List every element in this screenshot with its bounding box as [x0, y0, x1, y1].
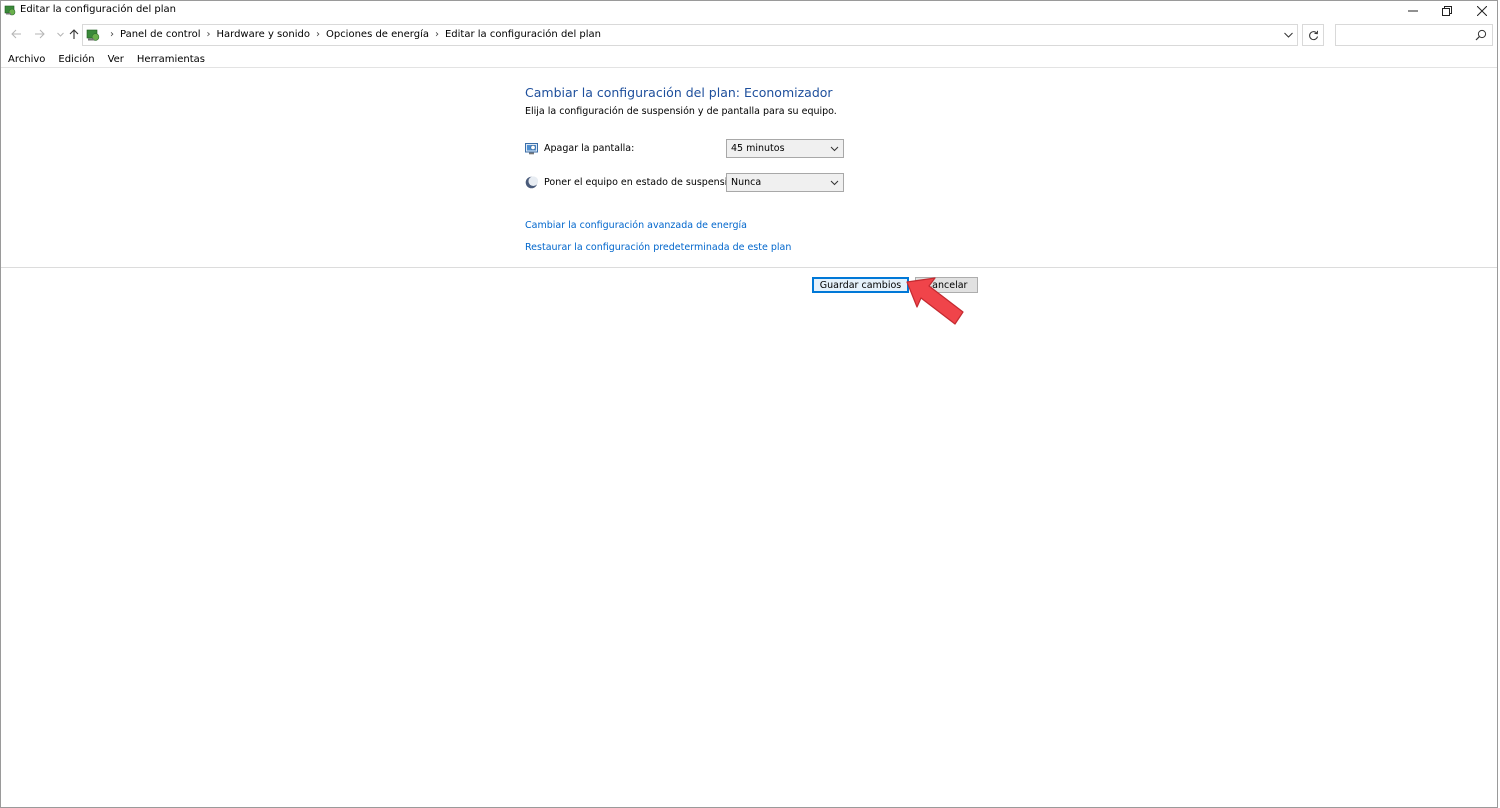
breadcrumb-item[interactable]: Panel de control — [120, 29, 201, 40]
refresh-button[interactable] — [1302, 24, 1324, 46]
chevron-down-icon — [830, 146, 839, 152]
arrow-up-icon — [69, 28, 79, 39]
monitor-icon — [525, 143, 538, 155]
select-value: 45 minutos — [731, 143, 785, 154]
display-off-select[interactable]: 45 minutos — [726, 139, 844, 158]
refresh-icon — [1308, 30, 1318, 40]
menu-archivo[interactable]: Archivo — [1, 52, 51, 67]
restore-button[interactable] — [1429, 1, 1465, 20]
search-icon — [1475, 29, 1487, 41]
control-panel-icon — [4, 5, 16, 16]
page-title: Cambiar la configuración del plan: Econo… — [525, 85, 833, 100]
setting-label: Poner el equipo en estado de suspensión: — [544, 177, 743, 188]
navigation-bar: › Panel de control › Hardware y sonido ›… — [1, 22, 1497, 48]
chevron-down-icon — [1283, 32, 1293, 38]
chevron-down-icon — [830, 180, 839, 186]
chevron-right-icon[interactable]: › — [207, 29, 211, 40]
minimize-icon — [1408, 10, 1418, 11]
setting-sleep: Poner el equipo en estado de suspensión:… — [525, 173, 845, 193]
breadcrumb-item[interactable]: Hardware y sonido — [217, 29, 310, 40]
setting-display-off: Apagar la pantalla: 45 minutos — [525, 139, 845, 159]
minimize-button[interactable] — [1395, 1, 1431, 20]
moon-icon — [525, 176, 538, 189]
divider — [1, 267, 1497, 268]
save-button[interactable]: Guardar cambios — [812, 277, 909, 293]
up-button[interactable] — [66, 26, 82, 42]
setting-label: Apagar la pantalla: — [544, 143, 635, 154]
address-bar[interactable]: › Panel de control › Hardware y sonido ›… — [82, 24, 1298, 46]
advanced-settings-link[interactable]: Cambiar la configuración avanzada de ene… — [525, 220, 747, 231]
chevron-down-icon — [56, 32, 64, 37]
breadcrumb: › Panel de control › Hardware y sonido ›… — [104, 29, 601, 40]
back-button[interactable] — [8, 26, 24, 42]
close-icon — [1477, 5, 1487, 16]
breadcrumb-item[interactable]: Editar la configuración del plan — [445, 29, 601, 40]
sleep-select[interactable]: Nunca — [726, 173, 844, 192]
menu-herramientas[interactable]: Herramientas — [130, 52, 211, 67]
window-title: Editar la configuración del plan — [20, 4, 177, 15]
select-value: Nunca — [731, 177, 762, 188]
page-description: Elija la configuración de suspensión y d… — [525, 106, 837, 117]
chevron-right-icon[interactable]: › — [316, 29, 320, 40]
restore-defaults-link[interactable]: Restaurar la configuración predeterminad… — [525, 242, 791, 253]
arrow-left-icon — [10, 29, 21, 39]
chevron-right-icon[interactable]: › — [435, 29, 439, 40]
chevron-right-icon: › — [110, 29, 114, 40]
title-bar: Editar la configuración del plan — [1, 1, 1497, 20]
forward-button[interactable] — [31, 26, 47, 42]
restore-icon — [1442, 5, 1452, 16]
control-panel-icon — [86, 29, 100, 41]
arrow-right-icon — [34, 29, 45, 39]
close-button[interactable] — [1464, 1, 1500, 20]
menu-edicion[interactable]: Edición — [51, 52, 100, 67]
address-history-button[interactable] — [1281, 28, 1295, 42]
breadcrumb-item[interactable]: Opciones de energía — [326, 29, 429, 40]
window: Editar la configuración del plan › Panel… — [0, 0, 1498, 808]
menu-bar: Archivo Edición Ver Herramientas — [1, 52, 1497, 68]
search-input[interactable] — [1335, 24, 1493, 46]
pointer-arrow-icon — [906, 277, 964, 325]
menu-ver[interactable]: Ver — [101, 52, 130, 67]
